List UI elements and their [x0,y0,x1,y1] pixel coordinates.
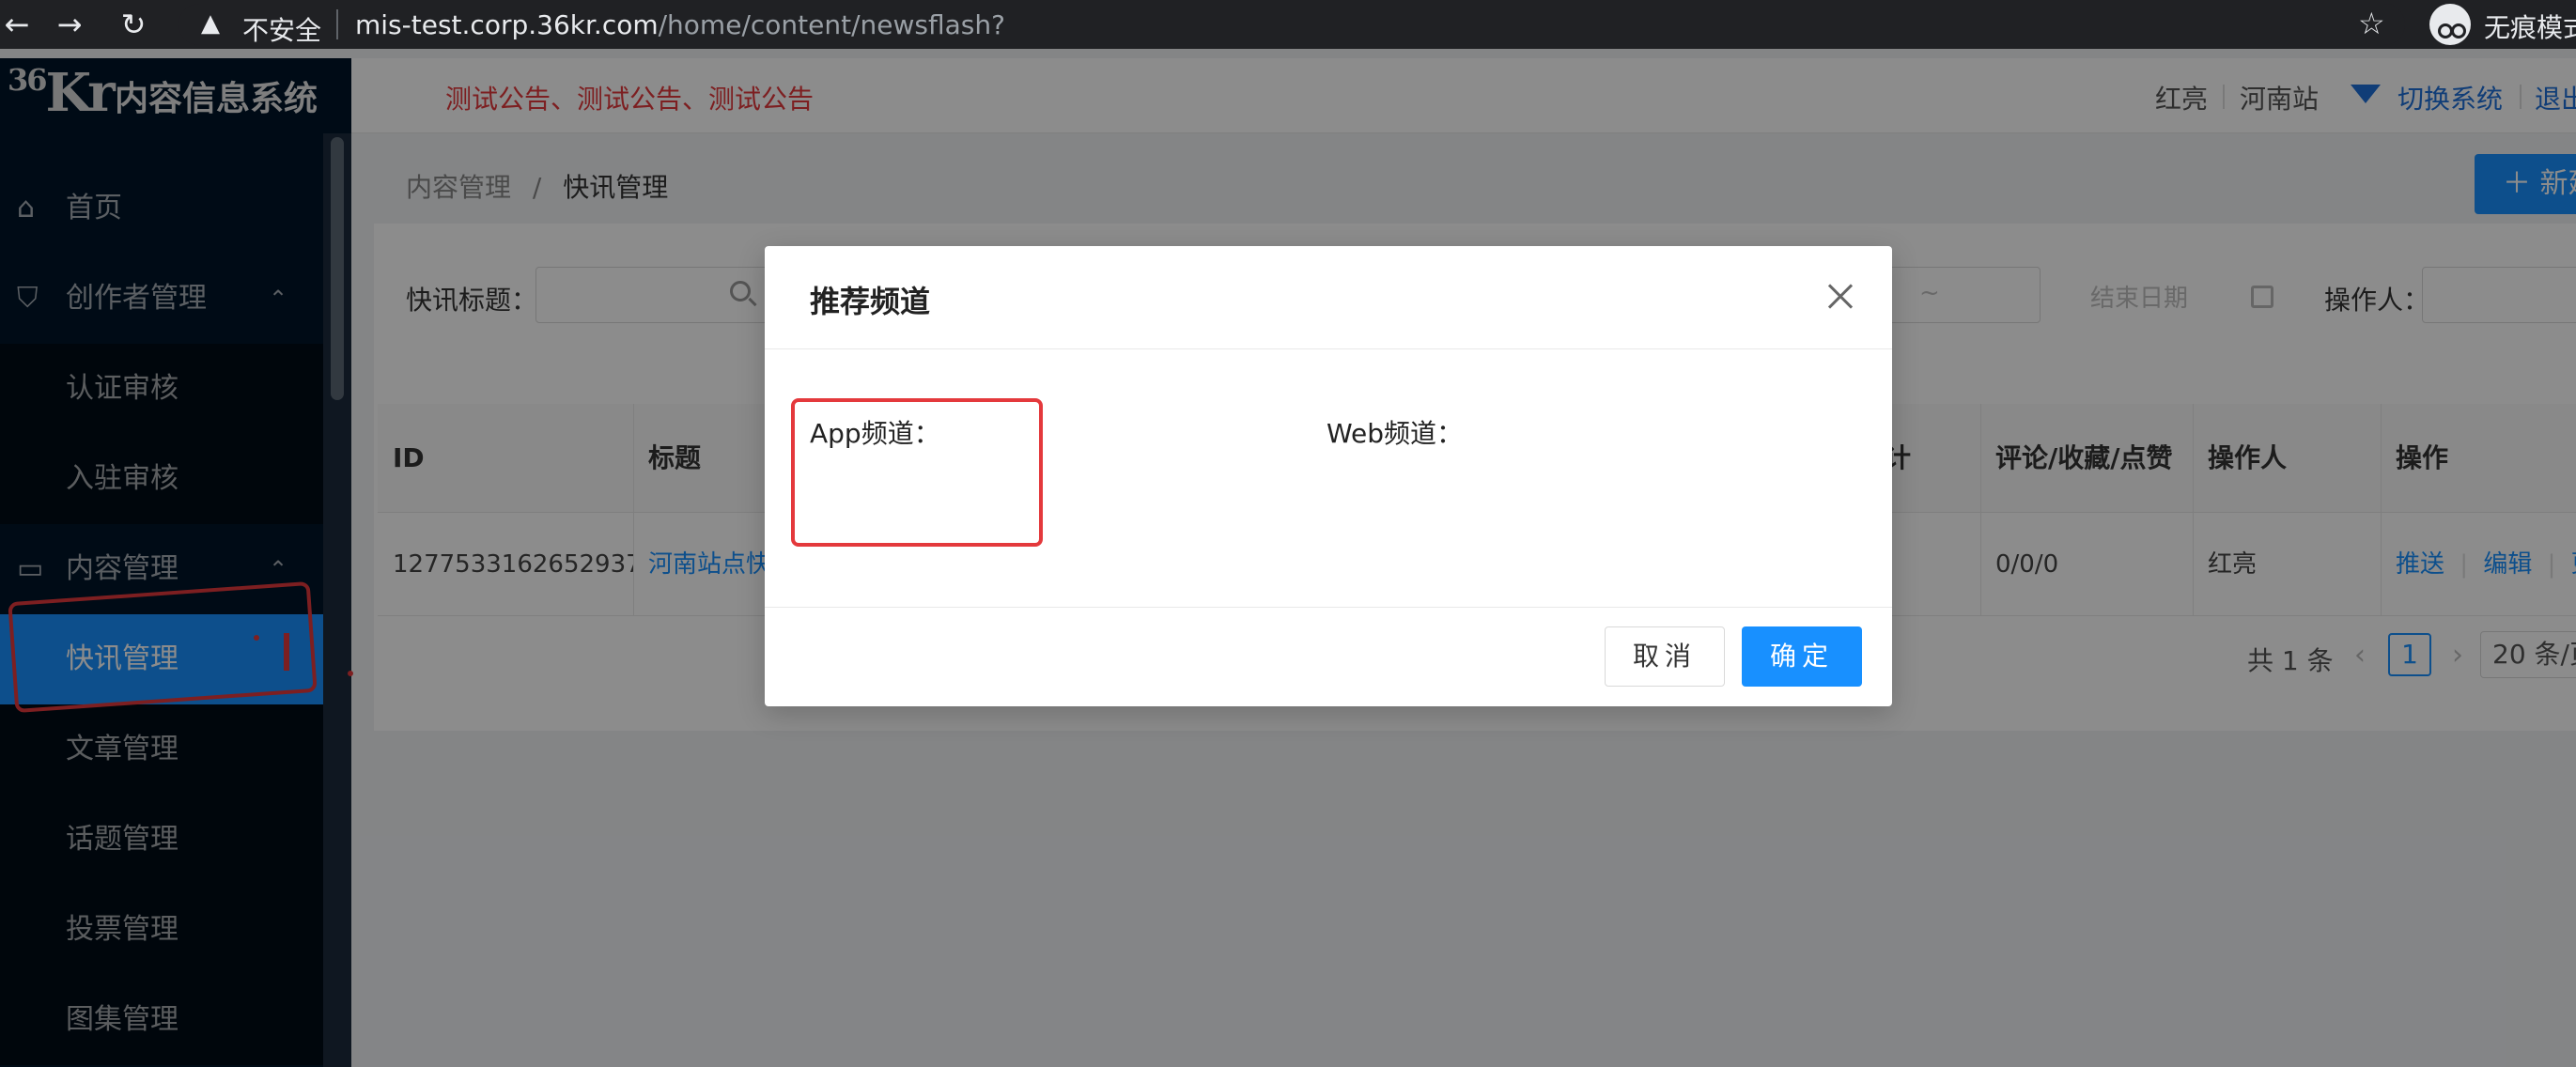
address-bar[interactable]: ▲ 不安全 mis-test.corp.36kr.com/home/conten… [178,4,2405,46]
incognito-icon [2429,4,2471,45]
bookmark-star-icon[interactable]: ☆ [2358,6,2385,41]
web-channel-label: Web频道： [1327,418,1464,449]
modal-title: 推荐频道 [810,284,931,319]
url-text[interactable]: mis-test.corp.36kr.com/home/content/news… [355,9,1005,40]
back-arrow-icon[interactable]: ← [0,8,34,41]
modal-header: 推荐频道 [765,246,1892,349]
recommend-channel-modal: 推荐频道 App频道： Web频道： 取消 确定 [765,246,1892,706]
modal-footer: 取消 确定 [765,607,1892,706]
reload-icon[interactable]: ↻ [116,8,150,41]
forward-arrow-icon[interactable]: → [53,8,86,41]
cancel-button[interactable]: 取消 [1605,626,1725,687]
address-separator [336,9,338,39]
close-icon[interactable] [1823,278,1860,316]
app-channel-label: App频道： [810,418,940,449]
ok-button[interactable]: 确定 [1742,626,1862,687]
browser-toolbar: ← → ↻ ▲ 不安全 mis-test.corp.36kr.com/home/… [0,0,2576,49]
warning-icon: ▲ [201,9,220,38]
insecure-label: 不安全 [242,15,322,46]
incognito-label: 无痕模式 [2484,12,2576,43]
